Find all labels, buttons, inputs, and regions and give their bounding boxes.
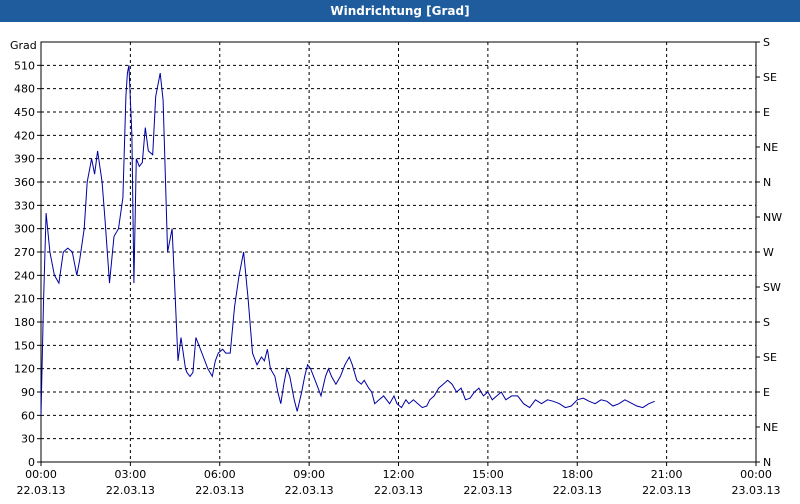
chart-svg: 0306090120150180210240270300330360390420… [10, 36, 782, 497]
right-axis-label: S [763, 316, 770, 329]
y-tick-label: 450 [14, 106, 35, 119]
right-axis-label: E [763, 386, 770, 399]
y-tick-label: 420 [14, 129, 35, 142]
x-tick-time-label: 09:00 [293, 468, 325, 481]
right-axis-label: S [763, 36, 770, 49]
x-tick-time-label: 18:00 [561, 468, 593, 481]
x-tick-time-label: 03:00 [115, 468, 147, 481]
x-tick-time-label: 15:00 [472, 468, 504, 481]
right-axis-label: NE [763, 421, 778, 434]
right-axis-label: SE [763, 351, 777, 364]
x-tick-date-label: 22.03.13 [195, 484, 244, 497]
x-tick-time-label: 00:00 [740, 468, 772, 481]
chart-area: 0 30 60 90 120 150 180 210 240 270 300 330 360 390 420… [0, 22, 800, 500]
y-tick-label: 480 [14, 83, 35, 96]
y-tick-label: 150 [14, 339, 35, 352]
y-tick-label: 330 [14, 199, 35, 212]
x-tick-date-label: 22.03.13 [285, 484, 334, 497]
y-tick-label: 60 [21, 409, 35, 422]
x-tick-time-label: 12:00 [383, 468, 415, 481]
x-tick-date-label: 22.03.13 [553, 484, 602, 497]
x-tick-time-label: 06:00 [204, 468, 236, 481]
x-tick-time-label: 00:00 [25, 468, 57, 481]
x-tick-date-label: 22.03.13 [106, 484, 155, 497]
x-tick-date-label: 22.03.13 [17, 484, 66, 497]
y-tick-label: 120 [14, 363, 35, 376]
x-tick-date-label: 23.03.13 [732, 484, 781, 497]
right-axis-label: NW [763, 211, 782, 224]
right-axis-label: SE [763, 71, 777, 84]
right-axis-label: N [763, 176, 771, 189]
y-tick-label: 90 [21, 386, 35, 399]
y-axis-label: Grad [10, 39, 37, 52]
right-axis-label: NE [763, 141, 778, 154]
y-tick-label: 180 [14, 316, 35, 329]
y-tick-label: 300 [14, 223, 35, 236]
y-tick-label: 30 [21, 433, 35, 446]
right-axis-label: SW [763, 281, 781, 294]
y-tick-label: 270 [14, 246, 35, 259]
x-tick-date-label: 22.03.13 [642, 484, 691, 497]
y-tick-label: 240 [14, 269, 35, 282]
y-tick-label: 390 [14, 153, 35, 166]
x-tick-date-label: 22.03.13 [463, 484, 512, 497]
y-tick-label: 360 [14, 176, 35, 189]
y-tick-label: 210 [14, 293, 35, 306]
y-tick-label: 510 [14, 59, 35, 72]
chart-title: Windrichtung [Grad] [0, 0, 800, 22]
series-line [40, 65, 655, 416]
x-tick-time-label: 21:00 [651, 468, 683, 481]
x-tick-date-label: 22.03.13 [374, 484, 423, 497]
right-axis-label: E [763, 106, 770, 119]
right-axis-label: W [763, 246, 774, 259]
